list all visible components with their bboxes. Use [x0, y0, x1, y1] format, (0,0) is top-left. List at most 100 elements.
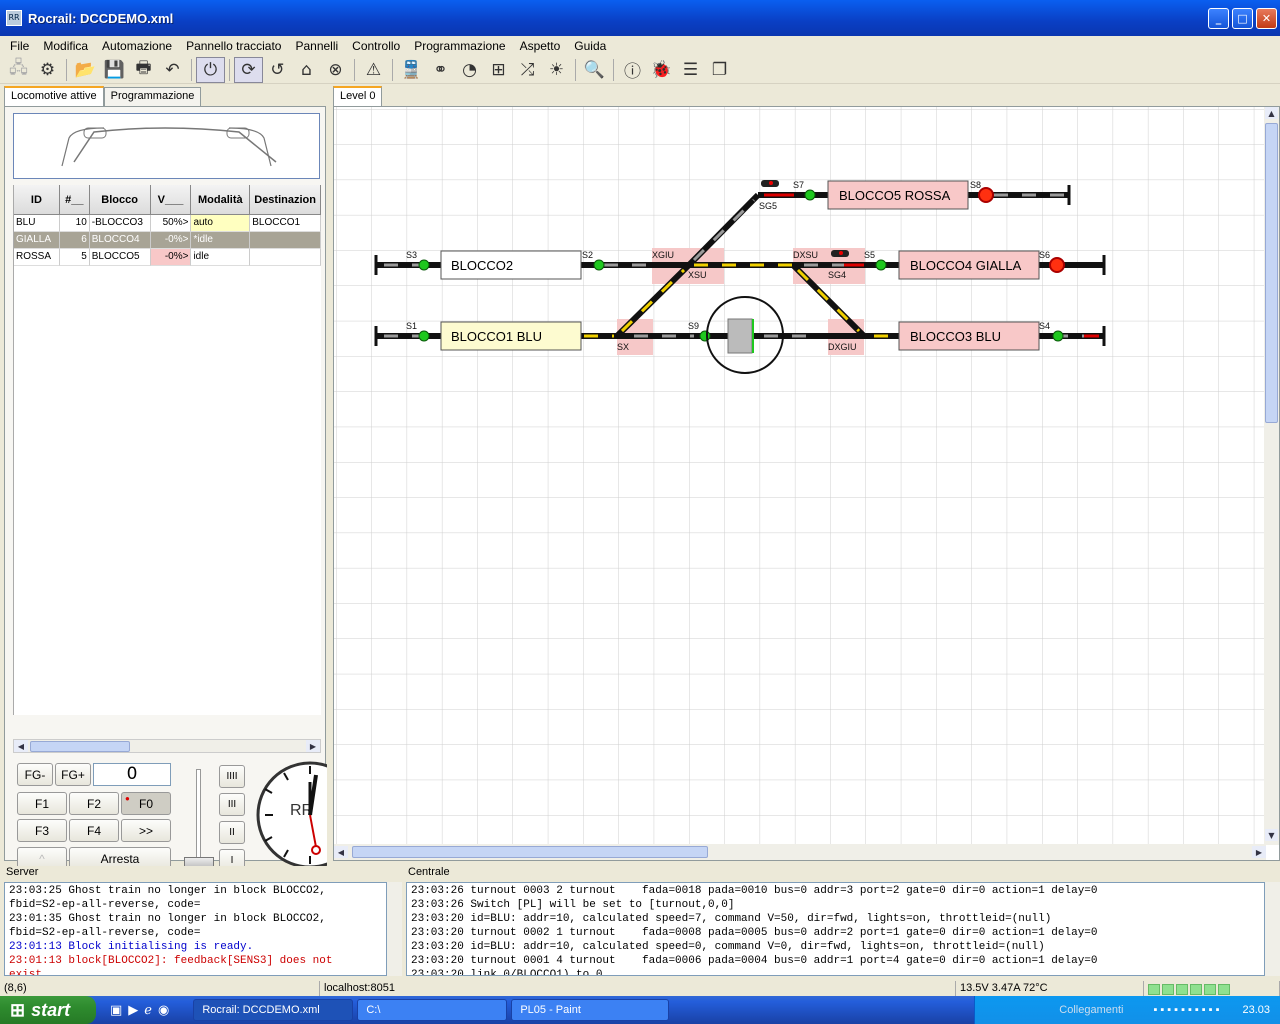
signal-s8[interactable]: [978, 187, 994, 203]
col-address[interactable]: #__: [59, 185, 90, 215]
info-icon[interactable]: ⓘ: [618, 57, 647, 83]
menu-controllo[interactable]: Controllo: [345, 39, 407, 53]
warning-icon[interactable]: ⚠: [359, 57, 388, 83]
status-bar: (8,6) localhost:8051 13.5V 3.47A 72°C: [0, 981, 1280, 997]
print-icon[interactable]: 🖶: [129, 57, 158, 83]
more-functions-button[interactable]: >>: [121, 819, 171, 842]
maximize-button[interactable]: □: [1232, 7, 1253, 29]
speedometer-icon[interactable]: ◔: [455, 57, 484, 83]
tray-icons[interactable]: ▪▪▪▪▪▪▪▪▪▪: [1153, 1004, 1222, 1016]
f1-button[interactable]: F1: [17, 792, 67, 815]
task-paint[interactable]: PL05 - Paint: [511, 999, 670, 1021]
reset-icon[interactable]: ↺: [263, 57, 292, 83]
plan-horizontal-scrollbar[interactable]: ◀ ▶: [334, 844, 1266, 860]
task-cmd[interactable]: C:\: [357, 999, 508, 1021]
media-player-icon[interactable]: ▶: [128, 1003, 138, 1018]
col-block[interactable]: Blocco: [89, 185, 151, 215]
home-icon[interactable]: ⌂: [292, 57, 321, 83]
f2-button[interactable]: F2: [69, 792, 119, 815]
table-row[interactable]: ROSSA 5 BLOCCO5 -0%> idle: [14, 249, 322, 266]
power-icon[interactable]: ⏻: [196, 56, 225, 83]
title-bar[interactable]: RR Rocrail: DCCDEMO.xml _ □ ✕: [0, 0, 1280, 36]
f4-button[interactable]: F4: [69, 819, 119, 842]
col-speed[interactable]: V___: [150, 185, 192, 215]
tray-clock[interactable]: 23.03: [1242, 1004, 1270, 1016]
gear3-button[interactable]: III: [219, 793, 245, 816]
settings-gear-icon[interactable]: ⚙: [33, 57, 62, 83]
close-button[interactable]: ✕: [1256, 7, 1277, 29]
menu-programmazione[interactable]: Programmazione: [407, 39, 512, 53]
f3-button[interactable]: F3: [17, 819, 67, 842]
left-panel: Locomotive attive Programmazione ID #__ …: [4, 86, 327, 872]
chrome-icon[interactable]: ◉: [158, 1003, 169, 1018]
menu-pannelli[interactable]: Pannelli: [288, 39, 345, 53]
scroll-right-icon[interactable]: ▶: [1252, 846, 1266, 858]
pages-icon[interactable]: ❐: [705, 57, 734, 83]
sensor-s5[interactable]: [875, 259, 887, 271]
menu-guida[interactable]: Guida: [567, 39, 613, 53]
tab-locomotive-attive[interactable]: Locomotive attive: [4, 86, 104, 106]
fg-minus-button[interactable]: FG-: [17, 763, 53, 786]
track-plan-canvas[interactable]: BLOCCO2 BLOCCO1 BLU BLOCCO5 ROSSA BLOCCO…: [333, 106, 1280, 861]
gear4-button[interactable]: IIII: [219, 765, 245, 788]
light-icon[interactable]: ☀: [542, 57, 571, 83]
server-log-scrollbar[interactable]: [387, 882, 402, 976]
central-log-scrollbar[interactable]: [1265, 882, 1280, 976]
start-button[interactable]: ⊞ start: [0, 996, 96, 1024]
status-coords: (8,6): [0, 981, 320, 997]
table-horizontal-scrollbar[interactable]: ◀ ▶: [13, 739, 321, 753]
search-icon[interactable]: 🔍: [580, 57, 609, 83]
bug-icon[interactable]: 🐞: [647, 57, 676, 83]
ie-icon[interactable]: ℯ: [144, 1003, 152, 1018]
menu-file[interactable]: File: [3, 39, 36, 53]
scroll-right-icon[interactable]: ▶: [306, 740, 320, 752]
sensor-s2[interactable]: [593, 259, 605, 271]
tab-level-0[interactable]: Level 0: [333, 86, 383, 106]
gear2-button[interactable]: II: [219, 821, 245, 844]
open-folder-icon[interactable]: 📂: [71, 57, 100, 83]
col-mode[interactable]: Modalità: [191, 185, 251, 215]
links-toolbar[interactable]: Collegamenti: [1059, 1004, 1123, 1016]
minimize-button[interactable]: _: [1208, 7, 1229, 29]
f0-button[interactable]: F0 ●: [121, 792, 171, 815]
signal-s6[interactable]: [1049, 257, 1065, 273]
speed-field[interactable]: 0: [93, 763, 171, 786]
document-icon[interactable]: ☰: [676, 57, 705, 83]
central-log[interactable]: 23:03:26 turnout 0003 2 turnout fada=001…: [406, 882, 1265, 976]
speed-slider[interactable]: [183, 765, 215, 873]
shuffle-icon[interactable]: ⤮: [513, 57, 542, 83]
scroll-down-icon[interactable]: ▼: [1265, 829, 1278, 841]
menu-modifica[interactable]: Modifica: [36, 39, 95, 53]
sensor-s4[interactable]: [1052, 330, 1064, 342]
connect-icon[interactable]: 🖧: [4, 57, 33, 83]
table-row[interactable]: BLU 10 -BLOCCO3 50%> auto BLOCCO1: [14, 215, 322, 232]
menu-pannello-tracciato[interactable]: Pannello tracciato: [179, 39, 288, 53]
menu-aspetto[interactable]: Aspetto: [513, 39, 568, 53]
table-row[interactable]: GIALLA 6 BLOCCO4 -0%> *idle: [14, 232, 322, 249]
server-log[interactable]: 23:03:25 Ghost train no longer in block …: [4, 882, 387, 976]
network-icon[interactable]: ⊞: [484, 57, 513, 83]
fg-plus-button[interactable]: FG+: [55, 763, 91, 786]
desktop-icon[interactable]: ▣: [110, 1003, 122, 1018]
scroll-left-icon[interactable]: ◀: [14, 740, 28, 752]
turnout-icon[interactable]: ⚭: [426, 57, 455, 83]
save-icon[interactable]: 💾: [100, 57, 129, 83]
locomotive-icon[interactable]: 🚆: [397, 57, 426, 83]
task-rocrail[interactable]: Rocrail: DCCDEMO.xml: [193, 999, 354, 1021]
scroll-up-icon[interactable]: ▲: [1265, 107, 1278, 119]
col-id[interactable]: ID: [14, 185, 60, 215]
auto-cycle-icon[interactable]: ⟳: [234, 56, 263, 83]
sensor-sg5[interactable]: [804, 189, 816, 201]
sensor-s3[interactable]: [418, 259, 430, 271]
sensor-s9[interactable]: [699, 330, 711, 342]
menu-automazione[interactable]: Automazione: [95, 39, 179, 53]
cancel-icon[interactable]: ⊗: [321, 57, 350, 83]
col-destination[interactable]: Destinazion: [250, 185, 321, 215]
plan-vertical-scrollbar[interactable]: ▲ ▼: [1264, 107, 1279, 845]
undo-icon[interactable]: ↶: [158, 57, 187, 83]
sensor-s1[interactable]: [418, 330, 430, 342]
tab-programmazione[interactable]: Programmazione: [103, 87, 202, 106]
locomotive-table: ID #__ Blocco V___ Modalità Destinazion …: [13, 185, 322, 715]
scroll-left-icon[interactable]: ◀: [334, 846, 348, 858]
log-line: 23:01:35 Ghost train no longer in block …: [9, 913, 326, 925]
